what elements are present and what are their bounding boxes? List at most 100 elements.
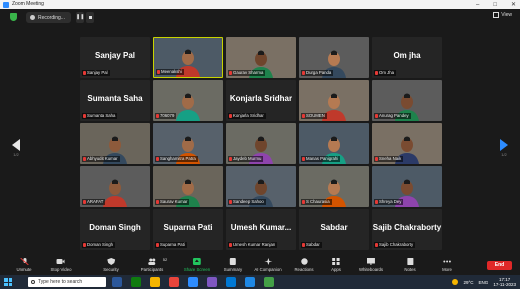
excel-icon[interactable] (264, 277, 274, 287)
mic-muted-icon (19, 258, 28, 265)
toolbar-label: Apps (331, 267, 341, 272)
toolbar-summary-button[interactable]: Summary (224, 256, 242, 275)
participant-tile[interactable]: Sneha Naik (372, 123, 442, 164)
language-indicator[interactable]: ENG (479, 280, 489, 285)
stop-recording-button[interactable] (86, 12, 94, 23)
windows-start-icon[interactable] (4, 278, 12, 286)
mic-muted-icon (156, 114, 159, 118)
toolbar-security-button[interactable]: Security (103, 256, 119, 275)
end-meeting-button[interactable]: End (487, 261, 512, 270)
participant-display-name: Om jha (393, 51, 421, 60)
participant-name-label: Sumanta Saha (82, 113, 118, 119)
participant-tile[interactable]: Sanjay Pal Sanjay Pal (80, 37, 150, 78)
outlook-icon[interactable] (226, 277, 236, 287)
participant-tile[interactable]: 706079 (153, 80, 223, 121)
edge-browser-icon[interactable] (131, 277, 141, 287)
participant-tile[interactable]: ARAFAT (80, 166, 150, 207)
minimize-icon[interactable]: – (476, 2, 479, 8)
taskbar-clock[interactable]: 17:17 17-11-2023 (493, 277, 516, 287)
participant-name-label: ARAFAT (82, 199, 106, 205)
participant-tile[interactable]: Suparna Pati Suparna Pati (153, 209, 223, 250)
participant-tile[interactable]: Abhyudit Kumar (80, 123, 150, 164)
task-view-icon[interactable] (112, 277, 122, 287)
participant-tile[interactable]: Umesh Kumar... Umesh Kumar Ranjan (226, 209, 296, 250)
participant-name-label: Om Jha (374, 70, 397, 76)
participant-tile[interactable]: Meenakshi (153, 37, 223, 78)
toolbar-notes-button[interactable]: Notes (404, 256, 416, 275)
weather-icon[interactable] (452, 279, 459, 285)
participant-display-name: Umesh Kumar... (230, 223, 292, 232)
toolbar-share-screen-button[interactable]: Share Screen (184, 256, 210, 275)
participant-tile[interactable]: S Chaurasia (299, 166, 369, 207)
mic-muted-icon (156, 200, 159, 204)
mic-muted-icon (302, 200, 305, 204)
toolbar-ai-companion-button[interactable]: AI Companion (254, 256, 282, 275)
participant-name: SOUMEN (306, 113, 325, 118)
chrome-icon[interactable] (169, 277, 179, 287)
participant-name-label: Jaydeb Murmu (228, 156, 264, 162)
file-explorer-icon[interactable] (150, 277, 160, 287)
view-button[interactable]: View (493, 12, 512, 18)
mic-muted-icon (157, 70, 160, 74)
participant-tile[interactable]: SOUMEN (299, 80, 369, 121)
toolbar-unmute-button[interactable]: Unmute (16, 256, 32, 275)
toolbar-participants-button[interactable]: Participants 52 (141, 256, 167, 275)
toolbar-stop-video-button[interactable]: Stop Video (51, 256, 71, 275)
participant-tile[interactable]: Sandeep Sahoo (226, 166, 296, 207)
participant-name: Om Jha (379, 70, 395, 75)
participant-tile[interactable]: Sumanta Saha Sumanta Saha (80, 80, 150, 121)
toolbar-label: Security (103, 267, 119, 272)
mic-muted-icon (375, 71, 378, 75)
participant-tile[interactable]: Anurag Pandey (372, 80, 442, 121)
participant-tile[interactable]: Saurav Kumar (153, 166, 223, 207)
participant-tile[interactable]: Sanghamitra Patra (153, 123, 223, 164)
participant-tile[interactable]: Konjarla Sridhar Konjarla Sridhar (226, 80, 296, 121)
previous-page-arrow-icon[interactable] (12, 139, 20, 151)
participant-name-label: Durga Panda (301, 70, 334, 76)
participant-tile[interactable]: Gaurav Sharma (226, 37, 296, 78)
participant-name-label: S Chaurasia (301, 199, 332, 205)
share-screen-icon (193, 258, 201, 265)
taskbar-search-input[interactable]: Type here to search (28, 277, 106, 287)
word-icon[interactable] (245, 277, 255, 287)
mic-muted-icon (83, 200, 86, 204)
apps-icon (331, 258, 340, 265)
participant-name-label: Sneha Naik (374, 156, 404, 162)
maximize-icon[interactable]: □ (493, 2, 497, 8)
mic-muted-icon (302, 114, 305, 118)
pause-recording-button[interactable]: ❚❚ (76, 12, 84, 23)
window-controls: – □ ✕ (476, 0, 516, 9)
toolbar-more-button[interactable]: More (442, 256, 452, 275)
toolbar-reactions-button[interactable]: Reactions (294, 256, 314, 275)
participant-tile[interactable]: Om jha Om Jha (372, 37, 442, 78)
participant-tile[interactable]: Sajib Chakraborty Sajib Chakraborty (372, 209, 442, 250)
recording-indicator: Recording... (26, 12, 71, 23)
participant-name-label: Sanjay Pal (82, 70, 110, 76)
zoom-taskbar-icon[interactable] (188, 277, 198, 287)
mic-muted-icon (83, 157, 86, 161)
toolbar-whiteboards-button[interactable]: Whiteboards (359, 256, 383, 275)
ai-sparkle-icon (263, 258, 272, 265)
participant-name: Manas Panigrahi (306, 156, 339, 161)
window-title: Zoom Meeting (12, 1, 44, 7)
participant-tile[interactable]: Manas Panigrahi (299, 123, 369, 164)
mic-muted-icon (302, 71, 305, 75)
close-icon[interactable]: ✕ (511, 1, 516, 8)
participant-tile[interactable]: Jaydeb Murmu (226, 123, 296, 164)
toolbar-label: Notes (404, 267, 416, 272)
participant-name: Gaurav Sharma (233, 70, 264, 75)
participant-tile[interactable]: Doman Singh Doman Singh (80, 209, 150, 250)
mic-muted-icon (375, 157, 378, 161)
participant-tile[interactable]: Shreya Dey (372, 166, 442, 207)
view-label: View (501, 12, 512, 18)
next-page-arrow-icon[interactable] (500, 139, 508, 151)
video-camera-icon (56, 259, 65, 264)
participant-tile[interactable]: Sabdar Sabdar (299, 209, 369, 250)
participant-name-label: Suparna Pati (155, 242, 187, 248)
encryption-shield-icon[interactable] (10, 13, 17, 21)
app-icon[interactable] (207, 277, 217, 287)
participant-tile[interactable]: Durga Panda (299, 37, 369, 78)
participant-name-label: Konjarla Sridhar (228, 113, 266, 119)
mic-muted-icon (83, 71, 86, 75)
toolbar-apps-button[interactable]: Apps (331, 256, 341, 275)
